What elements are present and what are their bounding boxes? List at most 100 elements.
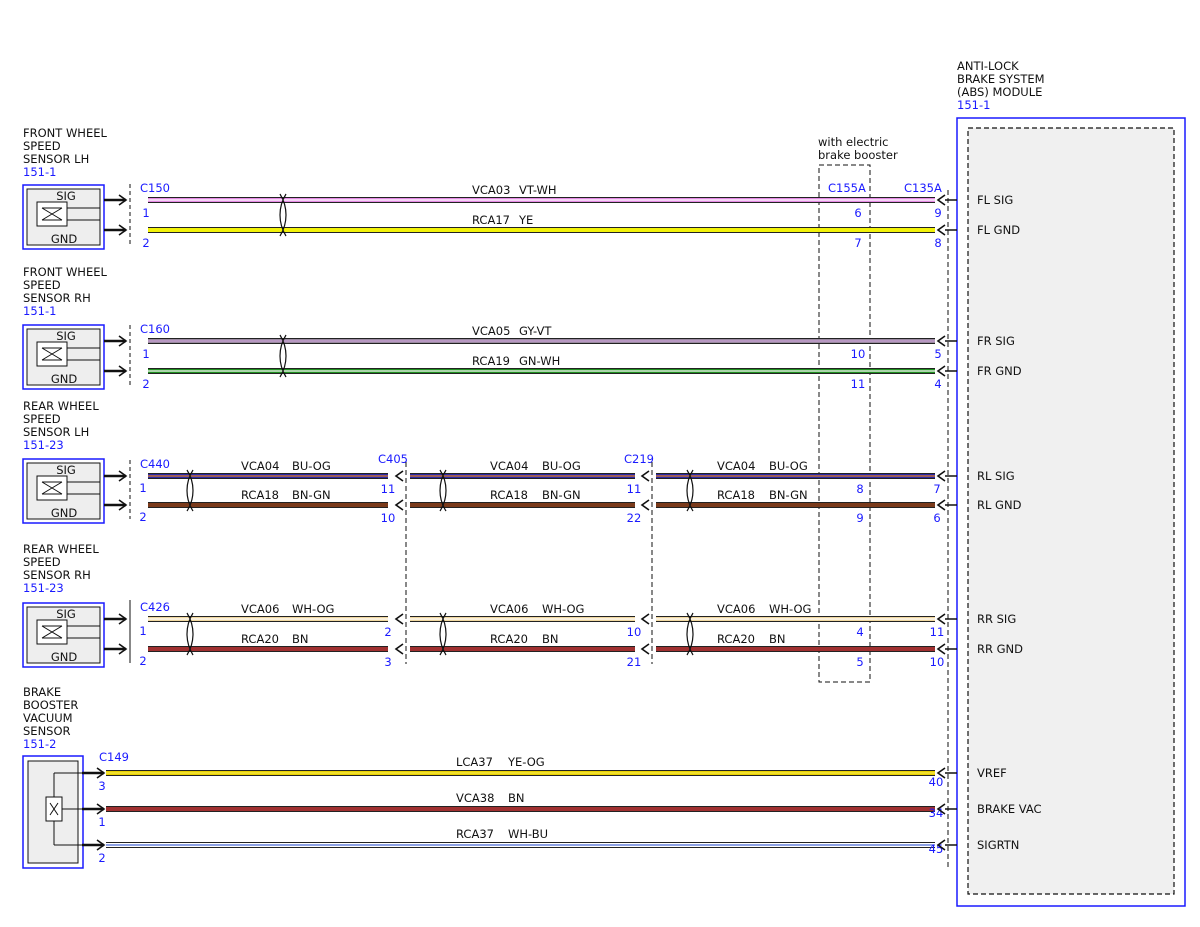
abs-module-title-line-2: BRAKE SYSTEM <box>957 72 1045 86</box>
sensor-1-wire-rca17-pin-a: 2 <box>142 236 149 250</box>
sensor-4-wire-vca06-inline-arrow-2 <box>640 613 650 625</box>
abs-module-title-line-3: (ABS) MODULE <box>957 85 1042 99</box>
sensor-3-connector-3: C219 <box>624 452 654 466</box>
sensor-3-title-line-1: REAR WHEEL <box>23 399 99 413</box>
sensor-2-pin-label-sig: SIG <box>56 329 76 343</box>
vacuum-wire-lca37-color-code: YE-OG <box>507 755 545 769</box>
sensor-3-title-line-2: SPEED <box>23 412 61 426</box>
sensor-4-wire-vca06-color-code-3: WH-OG <box>769 602 811 616</box>
sensor-3-wire-rca18-pin-abs: 6 <box>933 511 940 525</box>
sensor-1-wire-vca03-circuit: VCA03 <box>472 183 510 197</box>
sensor-2-wire-vca05-abs-pin-label: FR SIG <box>977 334 1015 348</box>
sensor-4-wire-rca20-pin-abs: 10 <box>930 655 945 669</box>
sensor-4-ref: 151-23 <box>23 581 64 595</box>
vacuum-wire-rca37-abs-pin-label: SIGRTN <box>977 838 1019 852</box>
sensor-3-wire-rca18-inline-arrow-2 <box>640 499 650 511</box>
sensor-3-wire-vca04-pin-a: 1 <box>139 481 146 495</box>
sensor-2-wire-vca05-pin-mid: 10 <box>851 347 866 361</box>
sensor-4-wire-rca20-abs-arrow <box>936 643 946 655</box>
sensor-4-wire-vca06-pin-c1: 2 <box>384 625 391 639</box>
sensor-1-wire-rca17-pin-mid: 7 <box>854 236 861 250</box>
sensor-3-wire-vca04-circuit-1: VCA04 <box>241 459 279 473</box>
vacuum-sensor-title-line-3: VACUUM <box>23 711 73 725</box>
vacuum-sensor-title-line-4: SENSOR <box>23 724 71 738</box>
sensor-1-wire-vca03-pin-abs: 9 <box>934 206 941 220</box>
sensor-1-wire-vca03-color-code: VT-WH <box>519 183 557 197</box>
sensor-1-title-line-1: FRONT WHEEL <box>23 126 107 140</box>
sensor-4-wire-rca20-pin-mid: 5 <box>856 655 863 669</box>
sensor-4-wire-vca06-color-code-1: WH-OG <box>292 602 334 616</box>
sensor-4-wire-vca06-circuit-3: VCA06 <box>717 602 755 616</box>
sensor-4-wire-vca06-color-code-2: WH-OG <box>542 602 584 616</box>
sensor-3-wire-vca04-inline-arrow-1 <box>394 470 404 482</box>
sensor-1-wire-rca17-color-code: YE <box>518 213 533 227</box>
sensor-3-wire-vca04-abs-arrow <box>936 470 946 482</box>
sensor-1-connector-3: C135A <box>904 181 942 195</box>
sensor-4-wire-vca06-pin-c2: 10 <box>627 625 642 639</box>
sensor-3-wire-rca18-abs-arrow <box>936 499 946 511</box>
sensor-3-wire-rca18-color-code-1: BN-GN <box>292 488 331 502</box>
booster-note-line-2: brake booster <box>818 148 898 162</box>
sensor-3-wire-rca18-circuit-1: RCA18 <box>241 488 279 502</box>
sensor-4-wire-rca20-abs-pin-label: RR GND <box>977 642 1023 656</box>
sensor-2-wire-rca19-pin-abs: 4 <box>934 377 941 391</box>
sensor-1-connector-1: C150 <box>140 181 170 195</box>
sensor-2-wire-rca19-abs-arrow <box>936 365 946 377</box>
sensor-2-wire-vca05-pin-abs: 5 <box>934 347 941 361</box>
sensor-1-pin-label-sig: SIG <box>56 189 76 203</box>
sensor-2-title-line-3: SENSOR RH <box>23 291 91 305</box>
sensor-4-title-line-3: SENSOR RH <box>23 568 91 582</box>
vacuum-wire-vca38-color-code: BN <box>508 791 525 805</box>
sensor-3-wire-vca04-pin-c2: 11 <box>627 482 642 496</box>
sensor-4-wire-vca06-circuit-1: VCA06 <box>241 602 279 616</box>
sensor-4-wire-vca06-abs-arrow <box>936 613 946 625</box>
sensor-2-wire-vca05-circuit: VCA05 <box>472 324 510 338</box>
sensor-3-wire-vca04-pin-c1: 11 <box>381 482 396 496</box>
vacuum-wire-rca37-pin-a: 2 <box>98 851 105 865</box>
sensor-4-wire-rca20-color-code-2: BN <box>542 632 559 646</box>
sensor-1-wire-rca17-abs-pin-label: FL GND <box>977 223 1020 237</box>
vacuum-wire-vca38-abs-pin-label: BRAKE VAC <box>977 802 1042 816</box>
booster-note-line-1: with electric <box>818 135 888 149</box>
sensor-4-wire-vca06-pin-mid: 4 <box>856 625 863 639</box>
sensor-2-ref: 151-1 <box>23 304 56 318</box>
booster-option-box <box>818 164 871 683</box>
sensor-2-wire-rca19-color-code: GN-WH <box>519 354 560 368</box>
sensor-1-title-line-3: SENSOR LH <box>23 152 89 166</box>
sensor-3-title-line-3: SENSOR LH <box>23 425 89 439</box>
sensor-2-connector-1: C160 <box>140 322 170 336</box>
sensor-2-wire-vca05-color-code: GY-VT <box>519 324 552 338</box>
sensor-1-wire-vca03-abs-arrow <box>936 194 946 206</box>
sensor-4-pin-label-gnd: GND <box>51 650 78 664</box>
vacuum-sensor-connector: C149 <box>99 750 129 764</box>
sensor-2-title-line-2: SPEED <box>23 278 61 292</box>
sensor-3-wire-vca04-color-code-3: BU-OG <box>769 459 808 473</box>
sensor-4-wire-vca06-circuit-2: VCA06 <box>490 602 528 616</box>
sensor-4-pin-label-sig: SIG <box>56 607 76 621</box>
vacuum-wire-lca37-abs-pin-label: VREF <box>977 766 1007 780</box>
sensor-3-wire-vca04-circuit-3: VCA04 <box>717 459 755 473</box>
sensor-3-wire-vca04-color-code-1: BU-OG <box>292 459 331 473</box>
vacuum-wire-lca37-pin-a: 3 <box>98 779 105 793</box>
vacuum-wire-rca37-pin-abs: 45 <box>929 842 944 856</box>
sensor-3-wire-vca04-abs-pin-label: RL SIG <box>977 469 1015 483</box>
sensor-1-title-line-2: SPEED <box>23 139 61 153</box>
sensor-4-wire-vca06-inline-arrow-1 <box>394 613 404 625</box>
sensor-3-wire-rca18-color-code-2: BN-GN <box>542 488 581 502</box>
vacuum-sensor-ref: 151-2 <box>23 737 56 751</box>
sensor-3-wire-rca18-inline-arrow-1 <box>394 499 404 511</box>
sensor-3-wire-rca18-pin-c2: 22 <box>627 511 642 525</box>
sensor-3-wire-rca18-circuit-2: RCA18 <box>490 488 528 502</box>
sensor-3-wire-rca18-abs-pin-label: RL GND <box>977 498 1022 512</box>
sensor-3-wire-rca18-circuit-3: RCA18 <box>717 488 755 502</box>
sensor-2-wire-rca19-pin-a: 2 <box>142 377 149 391</box>
sensor-4-wire-rca20-inline-arrow-1 <box>394 643 404 655</box>
sensor-4-wire-rca20-inline-arrow-2 <box>640 643 650 655</box>
sensor-4-wire-rca20-circuit-1: RCA20 <box>241 632 279 646</box>
sensor-3-wire-vca04-pin-abs: 7 <box>933 482 940 496</box>
sensor-4-wire-vca06-abs-pin-label: RR SIG <box>977 612 1016 626</box>
sensor-1-connector-2: C155A <box>828 181 866 195</box>
sensor-4-wire-rca20-color-code-3: BN <box>769 632 786 646</box>
vacuum-wire-vca38-pin-a: 1 <box>98 815 105 829</box>
abs-module-ref: 151-1 <box>957 98 990 112</box>
